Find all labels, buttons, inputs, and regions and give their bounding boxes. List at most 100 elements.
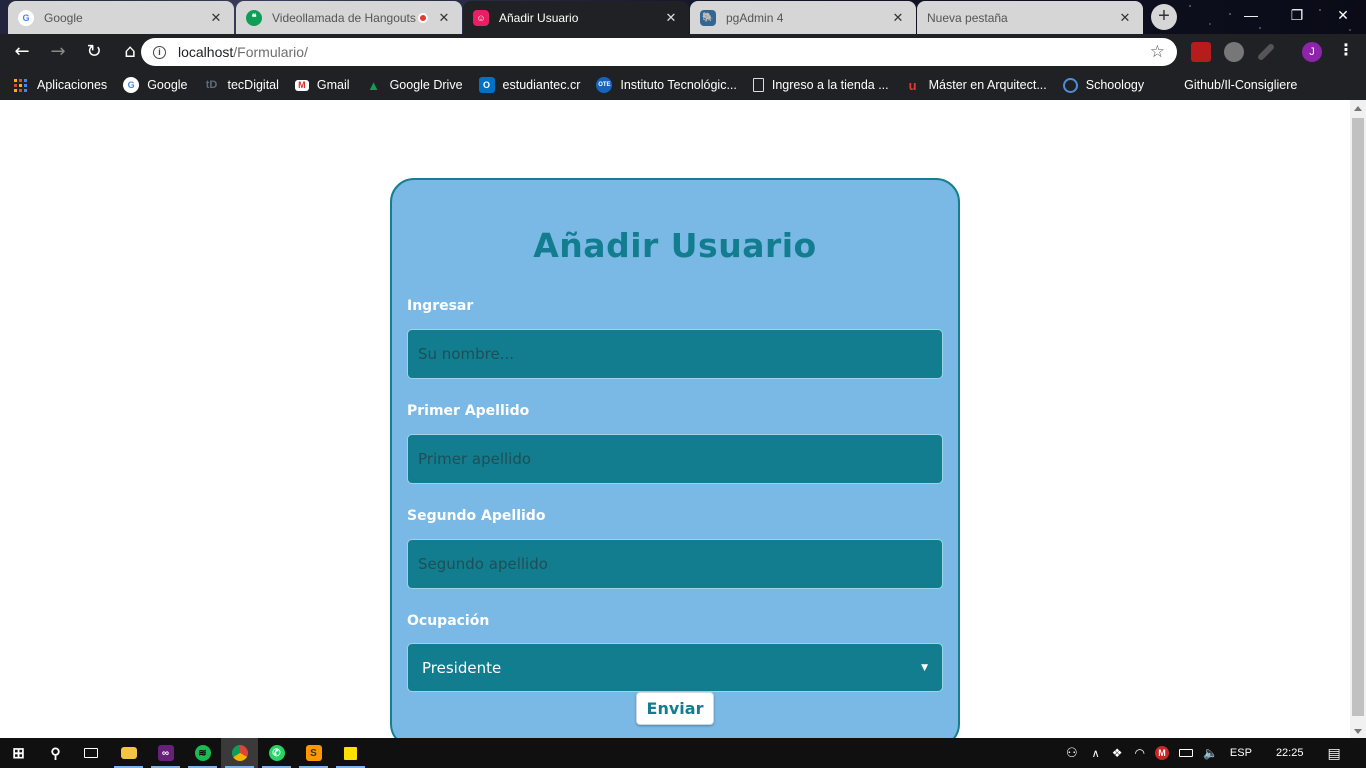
bookmark-label: estudiantec.cr [502, 78, 581, 92]
bookmark-label: Aplicaciones [37, 78, 108, 92]
google-drive-icon: ▲ [367, 77, 381, 93]
name-input[interactable] [407, 329, 943, 379]
tab-hangouts[interactable]: ❝ Videollamada de Hangouts ✕ [236, 1, 462, 34]
taskbar-sticky-notes[interactable] [332, 738, 369, 768]
bookmark-google[interactable]: G Google [123, 77, 188, 93]
bookmark-aplicaciones[interactable]: Aplicaciones [14, 78, 107, 92]
scroll-up-icon[interactable] [1354, 106, 1362, 111]
system-tray: ⚇ ∧ ❖ ◠ M 🔈 ESP 22:25 ▤ [1066, 738, 1341, 768]
url-path: /Formulario/ [233, 44, 308, 60]
tab-title: Videollamada de Hangouts [272, 10, 416, 25]
hangouts-icon: ❝ [246, 9, 262, 26]
page-viewport: Añadir Usuario Ingresar Primer Apellido … [0, 100, 1350, 738]
close-window-button[interactable]: ✕ [1320, 0, 1366, 30]
bookmark-instituto-tecnologico[interactable]: OTE Instituto Tecnológic... [596, 77, 737, 93]
profile-avatar[interactable]: J [1302, 42, 1322, 62]
bookmark-github[interactable]: Github/Il-Consigliere [1160, 78, 1297, 92]
minimize-button[interactable]: — [1228, 0, 1274, 30]
folder-icon [120, 747, 137, 759]
scroll-down-icon[interactable] [1354, 729, 1362, 734]
volume-icon[interactable]: 🔈 [1203, 746, 1218, 760]
browser-toolbar: ← → ↻ ⌂ i localhost/Formulario/ ☆ J ⋮ [0, 34, 1366, 70]
sublime-text-icon: S [305, 745, 322, 761]
first-surname-label: Primer Apellido [407, 403, 530, 419]
bookmark-ingreso-tienda[interactable]: Ingreso a la tienda ... [752, 78, 889, 92]
tec-icon: OTE [596, 77, 613, 93]
bookmark-label: Github/Il-Consigliere [1184, 78, 1298, 92]
bookmark-star-icon[interactable]: ☆ [1150, 42, 1165, 62]
scrollbar-thumb[interactable] [1352, 118, 1364, 716]
sticky-notes-icon [344, 746, 357, 760]
eyedropper-icon[interactable] [1256, 42, 1276, 62]
bookmark-google-drive[interactable]: ▲ Google Drive [366, 77, 462, 93]
menu-dots-icon[interactable]: ⋮ [1338, 40, 1354, 59]
forward-button[interactable]: → [42, 36, 74, 68]
task-view-icon [83, 748, 98, 758]
bookmark-estudiantec[interactable]: O estudiantec.cr [478, 77, 581, 93]
bookmark-label: Ingreso a la tienda ... [771, 78, 889, 92]
page-scrollbar[interactable] [1350, 100, 1366, 738]
notifications-icon[interactable]: ▤ [1327, 745, 1340, 762]
new-tab-button[interactable]: + [1151, 4, 1177, 30]
spotify-icon: ≋ [194, 745, 211, 761]
close-icon[interactable]: ✕ [663, 10, 679, 26]
first-surname-input[interactable] [407, 434, 943, 484]
clock-time[interactable]: 22:25 [1276, 747, 1304, 759]
close-icon[interactable]: ✕ [436, 10, 452, 26]
info-icon[interactable]: i [153, 45, 166, 59]
pgadmin-icon: 🐘 [700, 9, 716, 26]
wifi-icon[interactable]: ◠ [1134, 746, 1144, 760]
second-surname-input[interactable] [407, 539, 943, 589]
dropbox-icon[interactable]: ❖ [1112, 746, 1123, 760]
bookmark-label: tecDigital [227, 78, 279, 92]
taskbar-chrome[interactable] [221, 738, 258, 768]
tab-google[interactable]: G Google ✕ [8, 1, 234, 34]
close-icon[interactable]: ✕ [208, 10, 224, 26]
address-bar[interactable]: i localhost/Formulario/ ☆ [141, 38, 1177, 66]
bookmark-tecdigital[interactable]: tD tecDigital [204, 77, 279, 93]
windows-taskbar: ⊞ ⚲ ∞ ≋ ✆ S ⚇ ∧ ❖ ◠ M 🔈 ESP 22:25 ▤ [0, 738, 1366, 768]
bookmark-label: Máster en Arquitect... [928, 78, 1047, 92]
tab-pgadmin[interactable]: 🐘 pgAdmin 4 ✕ [690, 1, 916, 34]
close-icon[interactable]: ✕ [890, 10, 906, 26]
apps-grid-icon [14, 78, 27, 92]
windows-logo-icon: ⊞ [12, 745, 25, 762]
visual-studio-icon: ∞ [157, 745, 174, 761]
taskbar-visual-studio[interactable]: ∞ [147, 738, 184, 768]
taskbar-file-explorer[interactable] [110, 738, 147, 768]
document-icon [752, 78, 764, 92]
mcafee-icon[interactable]: M [1154, 746, 1169, 760]
google-icon: G [123, 77, 140, 93]
start-button[interactable]: ⊞ [0, 738, 37, 768]
bookmark-label: Instituto Tecnológic... [620, 78, 737, 92]
language-indicator[interactable]: ESP [1230, 747, 1252, 759]
bookmark-master-arquitectura[interactable]: u Máster en Arquitect... [905, 77, 1047, 93]
form-title: Añadir Usuario [533, 226, 817, 265]
bookmark-label: Google [147, 78, 188, 92]
taskbar-spotify[interactable]: ≋ [184, 738, 221, 768]
occupation-select[interactable]: Presidente ▼ [407, 643, 943, 692]
tab-strip: G Google ✕ ❝ Videollamada de Hangouts ✕ … [0, 0, 1366, 34]
restore-button[interactable]: ❐ [1274, 0, 1320, 30]
people-icon[interactable]: ⚇ [1066, 745, 1078, 761]
tab-nueva-pestana[interactable]: Nueva pestaña ✕ [917, 1, 1143, 34]
tab-anadir-usuario[interactable]: ☺ Añadir Usuario ✕ [463, 1, 689, 34]
chevron-up-icon[interactable]: ∧ [1092, 747, 1100, 760]
battery-icon[interactable] [1178, 749, 1193, 757]
bookmark-gmail[interactable]: M Gmail [294, 78, 350, 92]
task-view-button[interactable] [72, 738, 109, 768]
tab-title: Google [44, 10, 83, 25]
taskbar-whatsapp[interactable]: ✆ [258, 738, 295, 768]
search-button[interactable]: ⚲ [37, 738, 74, 768]
taskbar-sublime[interactable]: S [295, 738, 332, 768]
bookmark-schoology[interactable]: Schoology [1062, 77, 1144, 93]
outlook-icon: O [478, 77, 495, 93]
extension-icon[interactable] [1224, 42, 1244, 62]
submit-button[interactable]: Enviar [636, 692, 714, 725]
reload-button[interactable]: ↻ [78, 36, 110, 68]
close-icon[interactable]: ✕ [1117, 10, 1133, 26]
back-button[interactable]: ← [6, 36, 38, 68]
pdf-extension-icon[interactable] [1191, 42, 1211, 62]
add-user-form: Añadir Usuario Ingresar Primer Apellido … [390, 178, 960, 738]
university-icon: u [908, 77, 917, 93]
